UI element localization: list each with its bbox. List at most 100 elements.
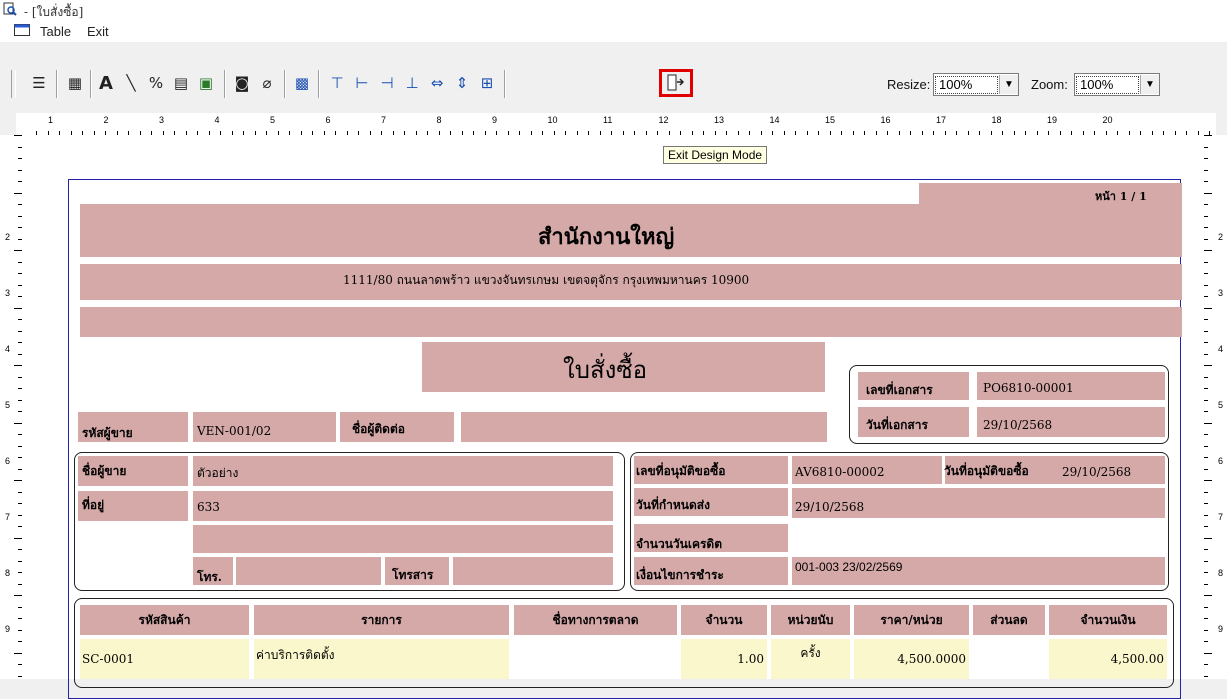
col-header-qty[interactable]: จำนวน [681,605,767,635]
address-value-band[interactable] [193,491,613,521]
align-left-icon[interactable]: ⊢ [351,72,373,94]
terms-label: เงื่อนไขการชำระ [636,568,724,582]
report-preview-icon [3,2,17,16]
properties-icon[interactable]: ◙ [231,72,253,94]
zoom-select[interactable]: 100% ▼ [1074,73,1160,96]
table-cell-discount[interactable] [973,639,1045,679]
fax-value-band[interactable] [453,557,613,585]
chevron-down-icon[interactable]: ▼ [999,75,1018,94]
col-header-code[interactable]: รหัสสินค้า [80,605,249,635]
toolbar-separator [284,70,286,98]
vruler-number-right: 3 [1218,288,1224,298]
align-top-icon[interactable]: ⊤ [326,72,348,94]
ruler-number: 18 [991,115,1002,125]
table-cell-qty[interactable]: 1.00 [681,639,767,679]
ruler-tick [1204,388,1208,389]
toolbar-separator [224,70,226,98]
ruler-tick [1204,353,1208,355]
eraser-icon[interactable]: ⌀ [256,72,278,94]
col-header-price[interactable]: ราคา/หน่วย [854,605,969,635]
ruler-tick [1204,549,1208,550]
col-header-discount[interactable]: ส่วนลด [973,605,1045,635]
table-cell-amount[interactable]: 4,500.00 [1049,639,1167,679]
vruler-number-right: 8 [1218,568,1224,578]
ruler-number: 1 [48,115,54,125]
menu-table[interactable]: Table [40,24,71,39]
ruler-tick [1204,296,1208,297]
vruler-number-right: 6 [1218,456,1224,466]
blank-band[interactable] [80,307,1182,337]
ruler-tick [1204,169,1208,171]
align-right-icon[interactable]: ⊣ [376,72,398,94]
ruler-tick [1204,641,1208,642]
same-width-icon[interactable]: ⇔ [426,72,448,94]
same-size-icon[interactable]: ⊞ [476,72,498,94]
resize-value: 100% [935,75,998,94]
ruler-number: 9 [492,115,498,125]
table-cell-unit[interactable]: ครั้ง [771,639,850,679]
col-header-market[interactable]: ชื่อทางการตลาด [514,605,677,635]
ruler-tick [14,652,22,654]
table-cell-desc[interactable]: ค่าบริการติดตั้ง [254,639,509,679]
table-icon[interactable]: ▦ [64,72,86,94]
table-cell-code[interactable]: SC-0001 [80,639,249,679]
col-header-desc[interactable]: รายการ [254,605,509,635]
vendor-name-band[interactable] [193,456,613,486]
address2-band[interactable] [193,525,613,553]
image-icon[interactable]: ▣ [195,72,217,94]
ruler-tick [1204,307,1212,309]
row-price: 4,500.0000 [897,652,966,666]
ruler-number: 2 [103,115,109,125]
ruler-number: 8 [436,115,442,125]
terms-value: 001-003 23/02/2569 [795,560,903,574]
ruler-tick [14,365,22,366]
chevron-down-icon[interactable]: ▼ [1140,75,1159,94]
ruler-tick [1204,273,1208,274]
ruler-tick [1204,629,1208,631]
ruler-tick [1204,376,1208,378]
ruler-tick [14,595,22,596]
menu-exit[interactable]: Exit [87,24,109,39]
ruler-tick [1204,537,1212,539]
ruler-tick [1204,342,1208,343]
line-tool-icon[interactable]: ╲ [120,72,142,94]
ruler-tick [1204,572,1208,573]
window-menu-icon[interactable] [14,24,30,36]
col-header-unit[interactable]: หน่วยนับ [771,605,850,635]
vendor-name-label: ชื่อผู้ขาย [82,464,127,478]
ruler-tick [1204,503,1208,504]
ruler-tick [1204,652,1212,654]
col-header-amount[interactable]: จำนวนเงิน [1049,605,1167,635]
vruler-number: 5 [5,400,11,410]
vruler-number-right: 9 [1218,624,1224,634]
ruler-tick [14,480,22,481]
table-cell-market[interactable] [514,639,677,679]
exit-design-mode-button[interactable] [659,69,693,97]
ruler-tick [1204,445,1208,447]
ruler-number: 13 [714,115,725,125]
vruler-number-right: 7 [1218,512,1224,522]
ruler-tick [1204,664,1208,665]
table-cell-price[interactable]: 4,500.0000 [854,639,969,679]
ruler-number: 4 [214,115,220,125]
field-list-icon[interactable]: ☰ [28,72,50,94]
resize-select[interactable]: 100% ▼ [933,73,1019,96]
vruler-number: 6 [5,456,11,466]
toolbar-separator [318,70,320,98]
vendor-code-label: รหัสผู้ขาย [82,426,133,440]
text-tool-icon[interactable]: A [95,72,117,94]
vruler-number: 8 [5,568,11,578]
ruler-number: 16 [880,115,891,125]
ruler-tick [1204,238,1208,240]
ruler-tick [1204,491,1208,493]
align-bottom-icon[interactable]: ⊥ [401,72,423,94]
tel-value-band[interactable] [236,557,381,585]
formula-icon[interactable]: % [145,72,167,94]
barcode-icon[interactable]: ▤ [170,72,192,94]
vendor-code-value: VEN-001/02 [197,424,272,438]
chart-icon[interactable]: ▩ [291,72,313,94]
due-date-value: 29/10/2568 [795,500,865,514]
contact-value-band[interactable] [461,412,827,442]
ruler-number: 3 [159,115,165,125]
same-height-icon[interactable]: ⇕ [451,72,473,94]
